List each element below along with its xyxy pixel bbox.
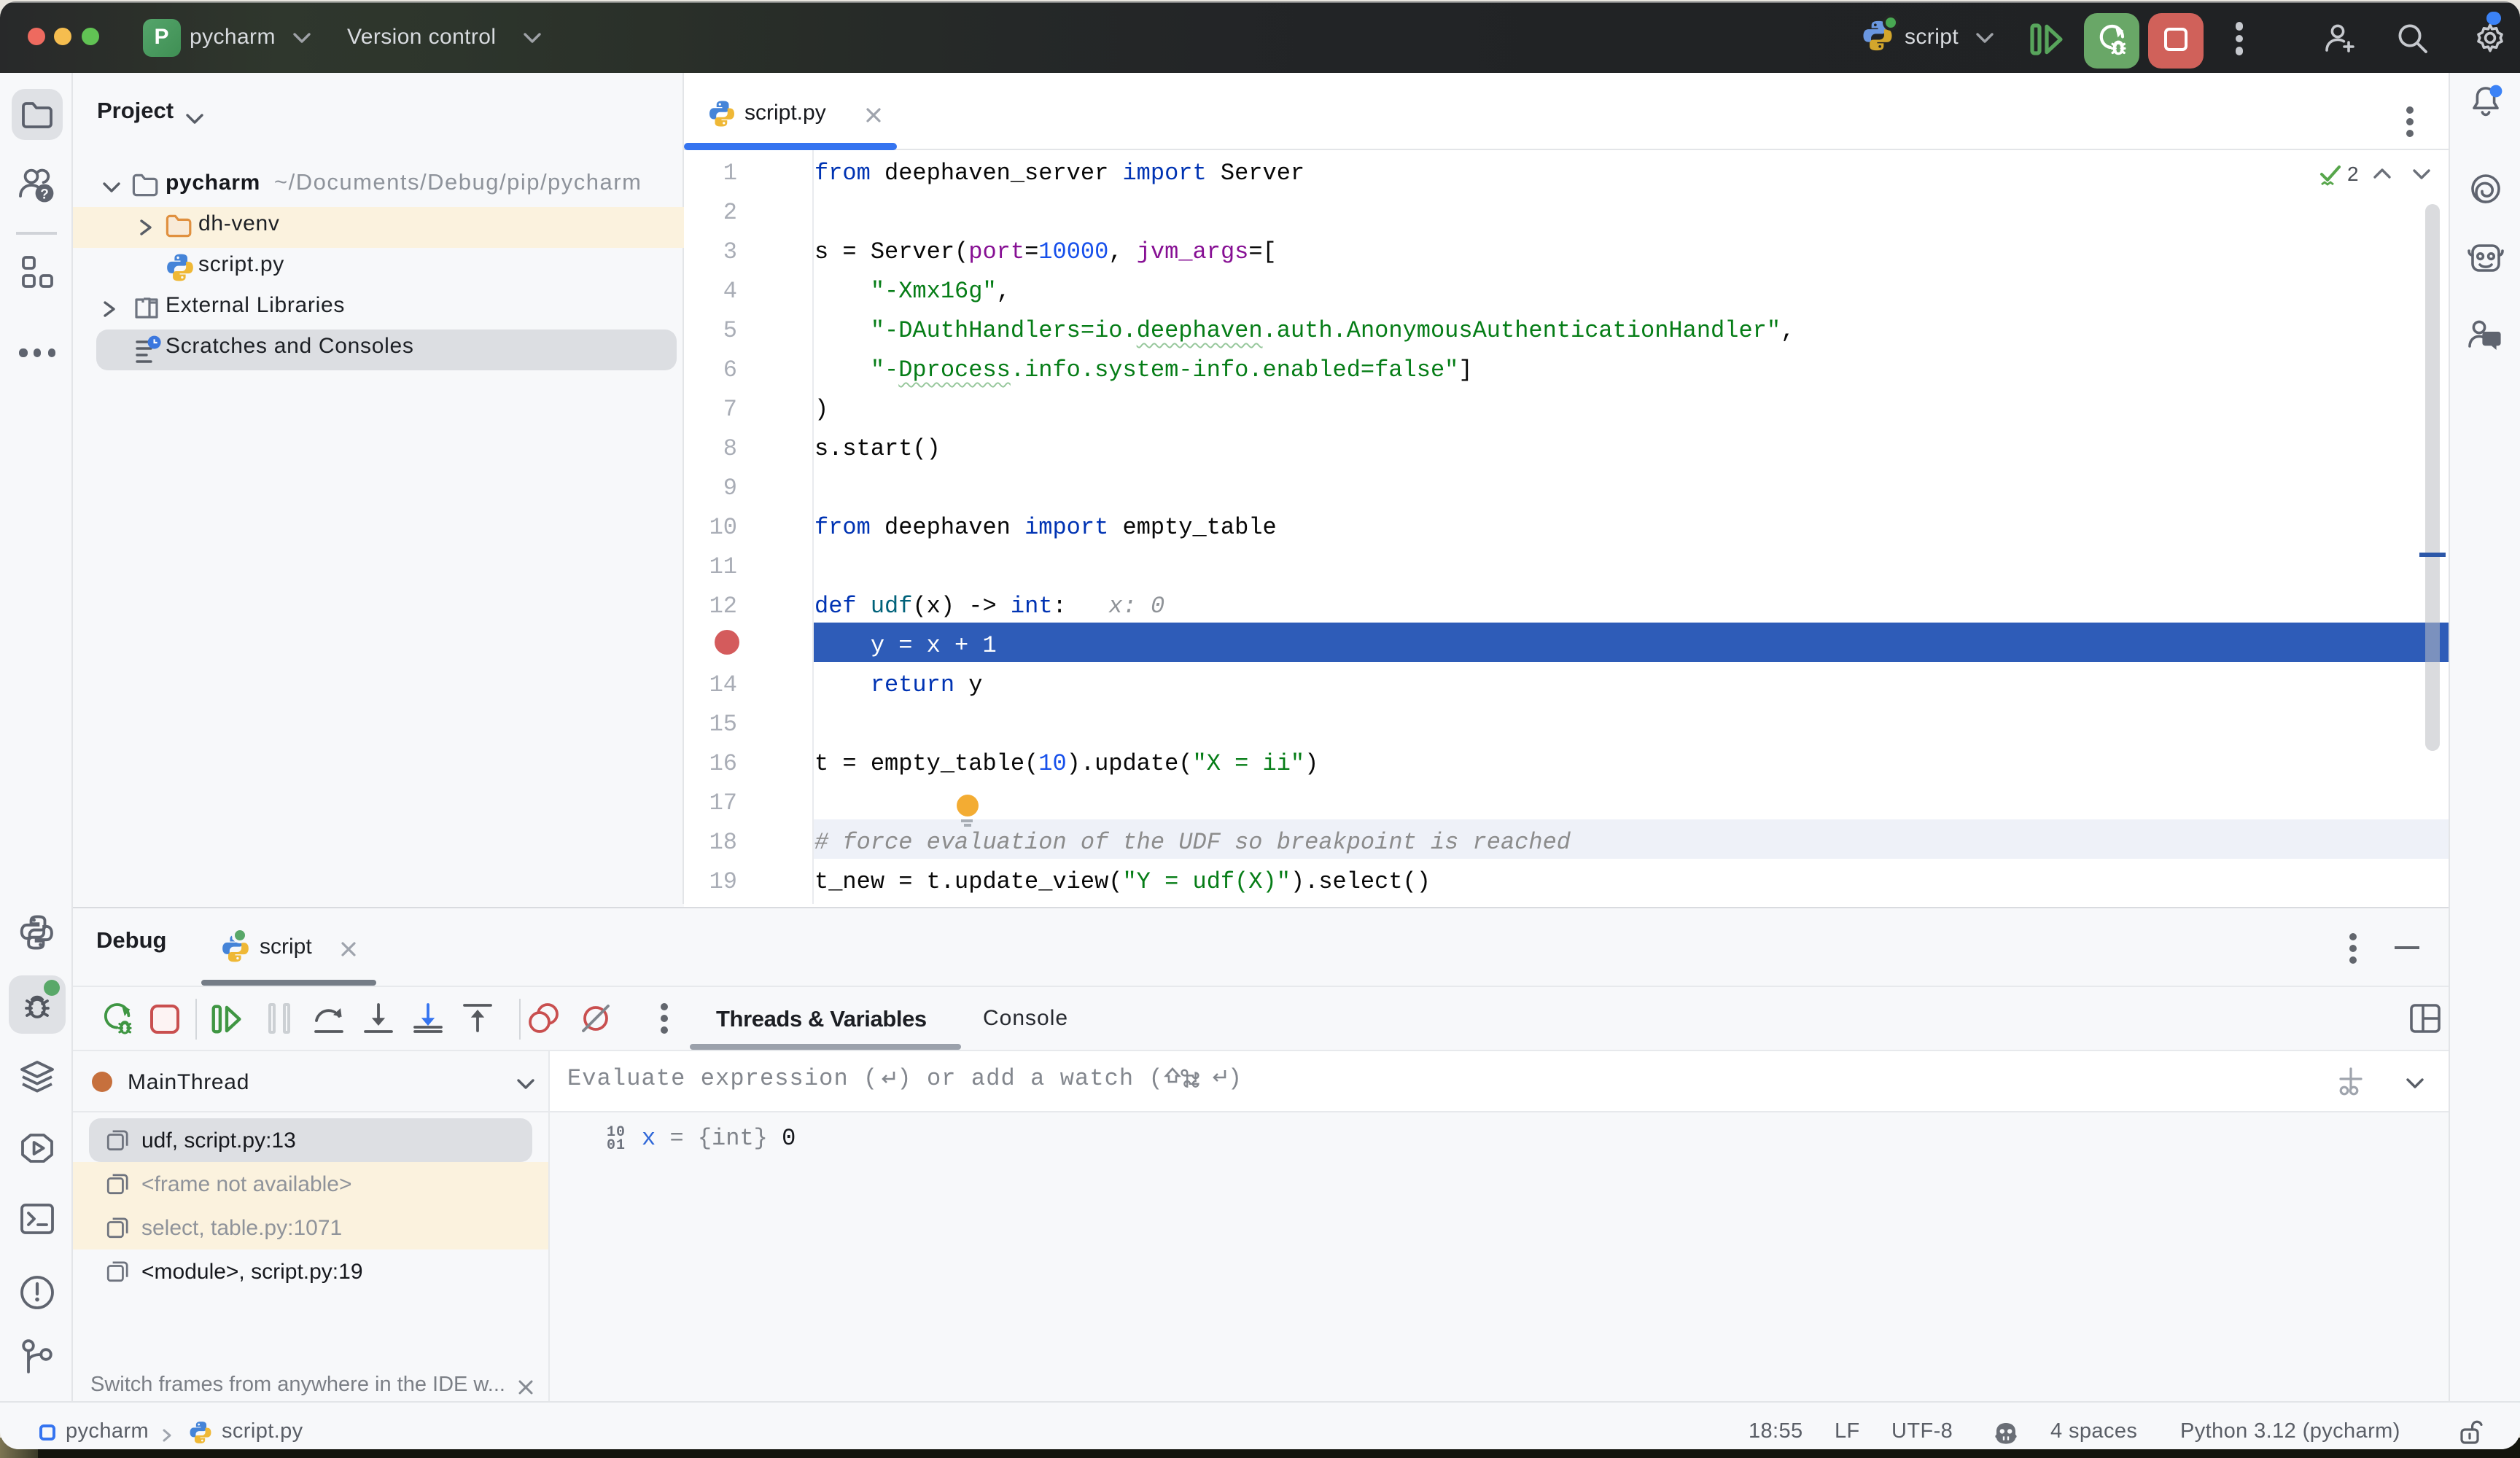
svg-text:?: ? bbox=[40, 187, 49, 202]
